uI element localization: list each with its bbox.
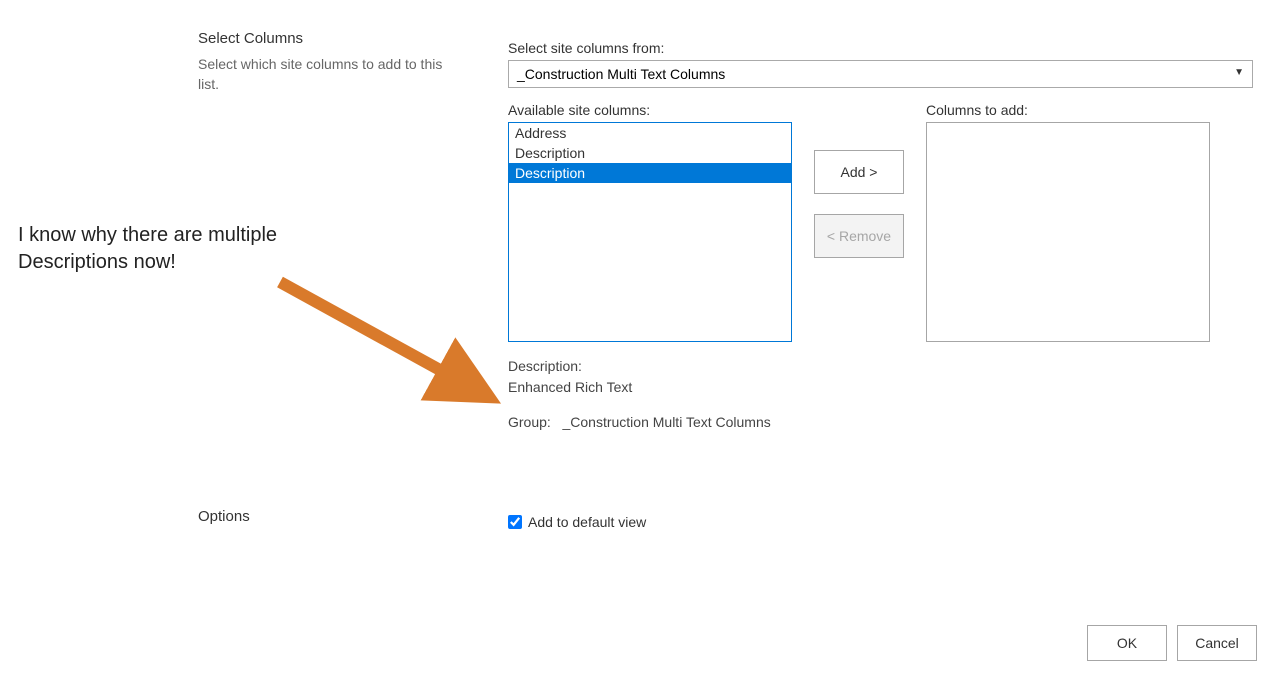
section-title-select-columns: Select Columns <box>198 30 458 47</box>
dropdown-selected-value: _Construction Multi Text Columns <box>517 66 725 82</box>
remove-button[interactable]: < Remove <box>814 214 904 258</box>
annotation-arrow-icon <box>270 272 530 432</box>
list-item[interactable]: Address <box>509 123 791 143</box>
detail-group-label: Group: <box>508 414 551 430</box>
cancel-button[interactable]: Cancel <box>1177 625 1257 661</box>
annotation-callout: I know why there are multiple Descriptio… <box>18 222 277 276</box>
detail-description-value: Enhanced Rich Text <box>508 377 1258 398</box>
label-columns-to-add: Columns to add: <box>926 102 1210 118</box>
list-item[interactable]: Description <box>509 163 791 183</box>
dropdown-site-column-group[interactable]: _Construction Multi Text Columns <box>508 60 1253 88</box>
label-add-to-default-view[interactable]: Add to default view <box>528 514 646 530</box>
label-available-columns: Available site columns: <box>508 102 792 118</box>
listbox-available-columns[interactable]: AddressDescriptionDescription <box>508 122 792 342</box>
checkbox-add-to-default-view[interactable] <box>508 515 522 529</box>
ok-button[interactable]: OK <box>1087 625 1167 661</box>
list-item[interactable]: Description <box>509 143 791 163</box>
annotation-line-1: I know why there are multiple <box>18 222 277 249</box>
section-title-options: Options <box>198 508 250 525</box>
section-desc-select-columns: Select which site columns to add to this… <box>198 55 458 94</box>
detail-group-value: _Construction Multi Text Columns <box>562 414 770 430</box>
label-select-from: Select site columns from: <box>508 40 1258 56</box>
annotation-line-2: Descriptions now! <box>18 249 277 276</box>
detail-description-label: Description: <box>508 358 582 374</box>
listbox-columns-to-add[interactable] <box>926 122 1210 342</box>
add-button[interactable]: Add > <box>814 150 904 194</box>
